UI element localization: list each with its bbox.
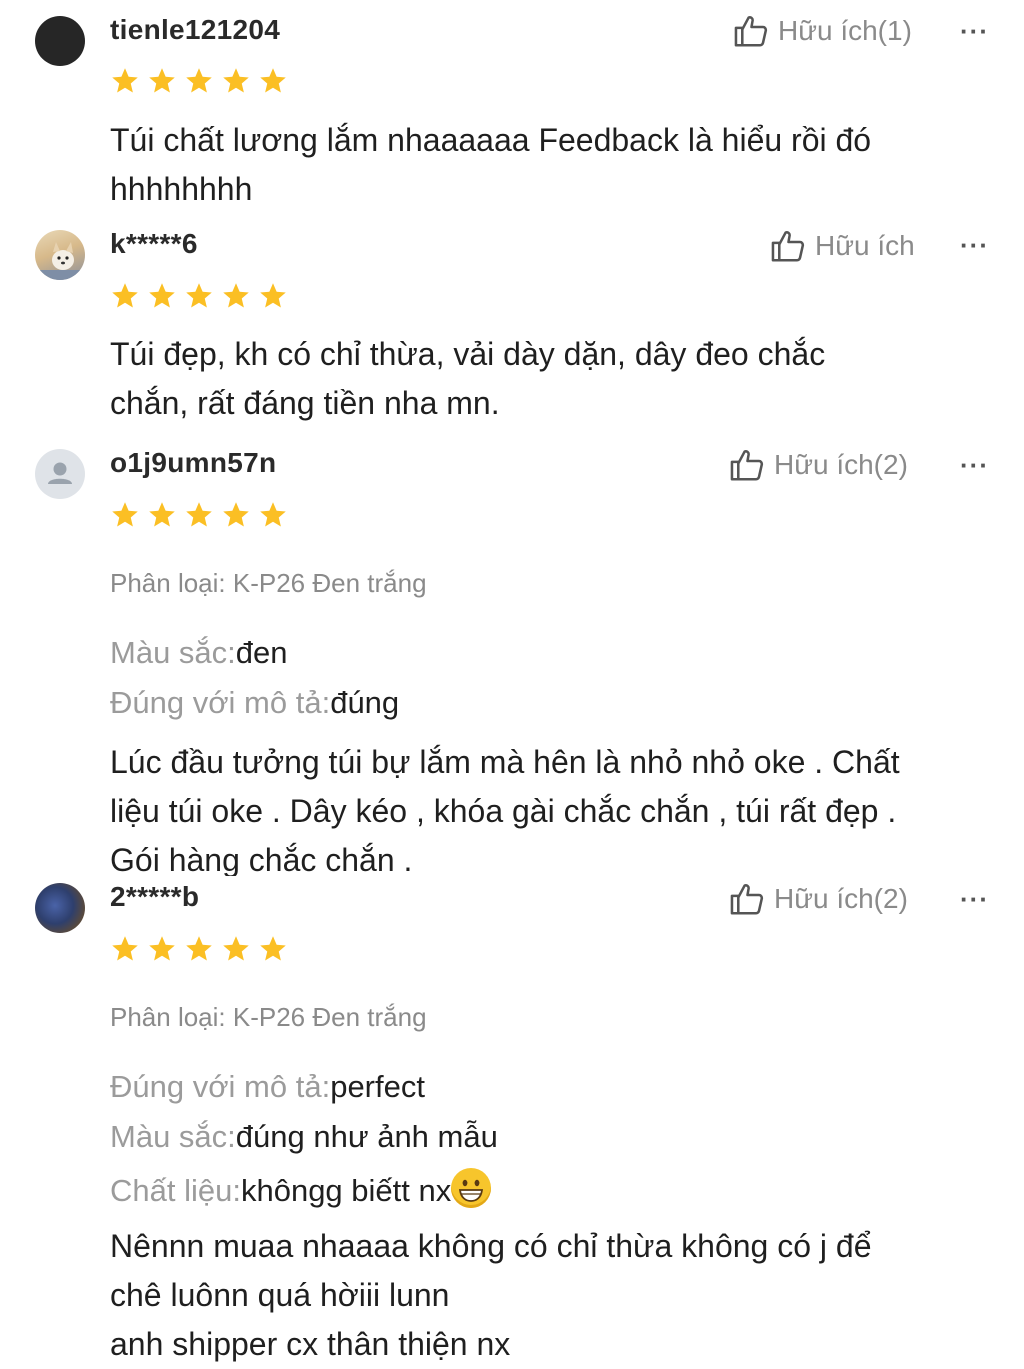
more-options-button[interactable]: ··· — [960, 16, 989, 47]
grinning-face-emoji-icon — [451, 1168, 492, 1208]
attribute-value: đen — [235, 635, 288, 670]
dog-avatar-image — [35, 242, 85, 280]
star-icon — [223, 502, 249, 527]
attribute-value: perfect — [330, 1069, 425, 1104]
star-icon — [112, 68, 138, 93]
attribute-row: Màu sắc:đen — [110, 635, 288, 671]
attribute-value: đúng — [330, 685, 400, 720]
attribute-row: Chất liệu:khôngg biếtt nx — [110, 1168, 492, 1209]
thumbs-up-icon — [734, 16, 768, 47]
helpful-label: Hữu ích(2) — [774, 449, 908, 480]
avatar[interactable] — [35, 16, 85, 66]
attribute-key: Đúng với mô tả: — [110, 1069, 331, 1104]
review-text: Túi chất lương lắm nhaaaaaa Feedback là … — [110, 122, 872, 207]
thumbs-up-icon — [771, 231, 805, 262]
more-options-button[interactable]: ··· — [960, 450, 989, 481]
avatar[interactable] — [35, 883, 85, 933]
attribute-key: Màu sắc: — [110, 1119, 236, 1154]
attribute-row: Đúng với mô tả:perfect — [110, 1069, 425, 1105]
star-rating — [110, 934, 288, 964]
thumbs-up-icon — [730, 884, 764, 915]
star-icon — [149, 283, 175, 308]
review-text: Lúc đầu tưởng túi bự lắm mà hên là nhỏ n… — [110, 744, 900, 876]
variant-label: Phân loại: K-P26 Đen trắng — [110, 568, 427, 598]
star-icon — [186, 68, 212, 93]
username[interactable]: k*****6 — [110, 228, 198, 260]
helpful-button[interactable]: Hữu ích — [769, 227, 915, 265]
attribute-key: Đúng với mô tả: — [110, 685, 331, 720]
star-icon — [260, 502, 286, 527]
attribute-key: Chất liệu: — [110, 1173, 241, 1208]
helpful-label: Hữu ích(2) — [774, 883, 908, 914]
star-icon — [260, 68, 286, 93]
avatar[interactable] — [35, 449, 85, 499]
star-icon — [186, 502, 212, 527]
star-icon — [149, 68, 175, 93]
helpful-button[interactable]: Hữu ích(1) — [732, 12, 912, 50]
star-rating — [110, 281, 288, 311]
star-icon — [186, 936, 212, 961]
star-icon — [149, 936, 175, 961]
default-user-icon — [48, 462, 72, 484]
review-text: Túi đẹp, kh có chỉ thừa, vải dày dặn, dâ… — [110, 336, 826, 421]
helpful-button[interactable]: Hữu ích(2) — [728, 880, 908, 918]
star-rating — [110, 66, 288, 96]
variant-label: Phân loại: K-P26 Đen trắng — [110, 1002, 427, 1032]
thumbs-up-icon — [730, 450, 764, 481]
username[interactable]: 2*****b — [110, 881, 199, 913]
attribute-row: Màu sắc:đúng như ảnh mẫu — [110, 1119, 498, 1155]
helpful-label: Hữu ích — [815, 230, 915, 261]
helpful-label: Hữu ích(1) — [778, 15, 912, 46]
review-text: Nênnn muaa nhaaaa không có chỉ thừa khôn… — [110, 1228, 872, 1362]
star-icon — [260, 936, 286, 961]
star-icon — [112, 283, 138, 308]
star-icon — [260, 283, 286, 308]
attribute-row: Đúng với mô tả:đúng — [110, 685, 399, 721]
star-icon — [223, 936, 249, 961]
star-icon — [223, 283, 249, 308]
username[interactable]: o1j9umn57n — [110, 447, 276, 479]
attribute-value: đúng như ảnh mẫu — [235, 1119, 498, 1154]
username[interactable]: tienle121204 — [110, 14, 280, 46]
attribute-key: Màu sắc: — [110, 635, 236, 670]
star-rating — [110, 500, 288, 530]
star-icon — [223, 68, 249, 93]
avatar[interactable] — [35, 230, 85, 280]
more-options-button[interactable]: ··· — [960, 884, 989, 915]
star-icon — [149, 502, 175, 527]
more-options-button[interactable]: ··· — [960, 230, 989, 261]
star-icon — [112, 936, 138, 961]
helpful-button[interactable]: Hữu ích(2) — [728, 446, 908, 484]
star-icon — [112, 502, 138, 527]
attribute-value: khôngg biếtt nx — [240, 1173, 452, 1208]
star-icon — [186, 283, 212, 308]
